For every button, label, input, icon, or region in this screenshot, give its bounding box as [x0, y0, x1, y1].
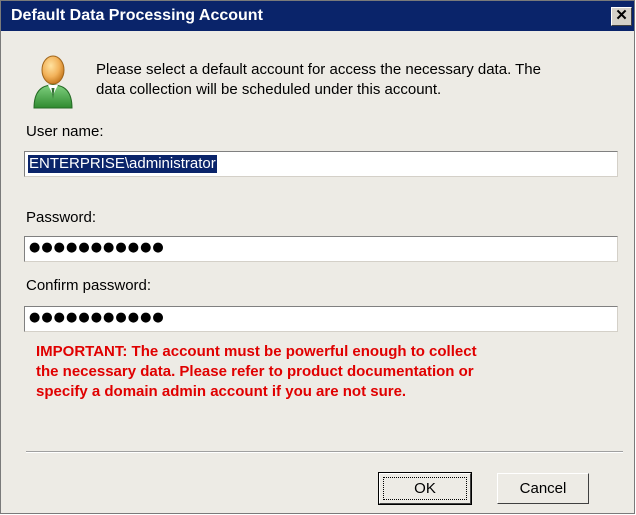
password-mask: ●●●●●●●●●●● [29, 240, 165, 255]
password-label: Password: [26, 209, 97, 226]
cancel-button-label: Cancel [519, 480, 567, 497]
intro-line: data collection will be scheduled under … [96, 81, 442, 98]
title-bar[interactable]: Default Data Processing Account ✕ [1, 1, 634, 31]
separator [26, 451, 623, 453]
close-icon: ✕ [615, 7, 628, 24]
warning-line: specify a domain admin account if you ar… [36, 383, 407, 400]
intro-text: Please select a default account for acce… [96, 60, 626, 100]
username-label: User name: [26, 123, 104, 140]
close-button[interactable]: ✕ [611, 7, 632, 26]
warning-text: IMPORTANT: The account must be powerful … [36, 342, 626, 402]
dialog-title: Default Data Processing Account [11, 7, 263, 24]
username-value: ENTERPRISE\administrator [28, 155, 217, 173]
confirm-password-mask: ●●●●●●●●●●● [29, 310, 165, 325]
dialog-window: Default Data Processing Account ✕ Please… [0, 0, 635, 514]
user-icon [33, 55, 73, 109]
warning-line: IMPORTANT: The account must be powerful … [36, 343, 477, 360]
ok-button[interactable]: OK [378, 472, 472, 505]
confirm-password-label: Confirm password: [26, 277, 152, 294]
cancel-button[interactable]: Cancel [497, 473, 589, 504]
focus-rect [383, 477, 467, 500]
intro-line: Please select a default account for acce… [96, 61, 541, 78]
warning-line: the necessary data. Please refer to prod… [36, 363, 474, 380]
